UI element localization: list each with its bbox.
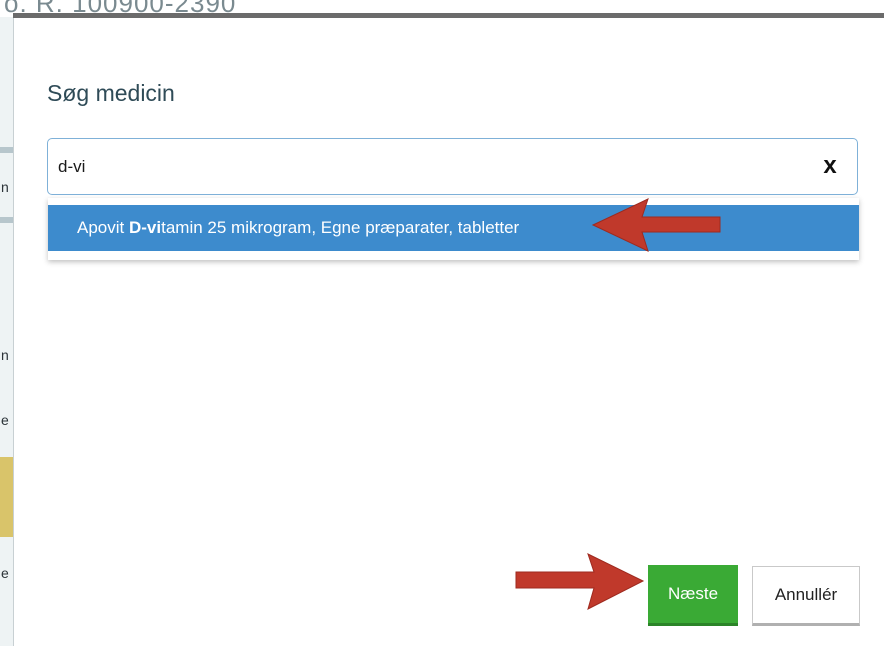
background-strip-band bbox=[0, 217, 13, 223]
next-button[interactable]: Næste bbox=[648, 565, 738, 626]
background-strip-band bbox=[0, 457, 13, 537]
background-left-strip: n n e e bbox=[0, 17, 14, 646]
suggestion-prefix: Apovit bbox=[77, 218, 129, 237]
background-strip-char: n bbox=[1, 347, 9, 363]
background-strip-band bbox=[0, 147, 13, 153]
background-strip-char: e bbox=[1, 412, 9, 428]
search-field: x bbox=[47, 138, 858, 195]
cancel-button[interactable]: Annullér bbox=[752, 566, 860, 626]
search-medicine-dialog: Søg medicin x Apovit D-vitamin 25 mikrog… bbox=[14, 18, 884, 646]
background-strip-char: e bbox=[1, 565, 9, 581]
suggestion-dropdown: Apovit D-vitamin 25 mikrogram, Egne præp… bbox=[48, 198, 859, 260]
suggestion-item[interactable]: Apovit D-vitamin 25 mikrogram, Egne præp… bbox=[48, 205, 859, 251]
suggestion-match: D-vi bbox=[128, 218, 162, 237]
search-input[interactable] bbox=[58, 153, 788, 181]
dialog-title: Søg medicin bbox=[47, 80, 175, 106]
annotation-arrow-right-icon bbox=[515, 553, 645, 610]
suggestion-suffix: tamin 25 mikrogram, Egne præparater, tab… bbox=[161, 218, 520, 237]
clear-search-button[interactable]: x bbox=[817, 152, 843, 180]
annotation-arrow-left-icon bbox=[591, 198, 721, 252]
screen: o. R. 100900-2390 n n e e Søg medicin x … bbox=[0, 0, 884, 646]
background-strip-char: n bbox=[1, 179, 9, 195]
